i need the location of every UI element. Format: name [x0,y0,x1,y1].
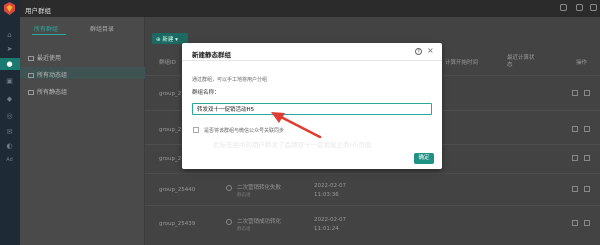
close-window-icon[interactable] [590,4,597,11]
sync-checkbox[interactable] [193,127,199,133]
row-group-type: 静态组 [237,227,251,232]
edit-icon[interactable] [572,126,578,132]
header-group-id: 群组ID [159,60,176,66]
wechat-icon[interactable]: ✉ [5,129,14,136]
header-calc-status: 最近计算状态 [507,55,535,68]
help-icon[interactable]: ? [415,48,422,55]
home-icon[interactable]: ⌂ [5,32,14,39]
close-icon[interactable]: × [427,46,434,55]
maximize-icon[interactable] [576,4,583,11]
nav-item-recent[interactable]: 最近使用 [28,53,61,62]
group-name-input[interactable] [192,103,432,115]
row-group-type: 静态组 [237,193,251,198]
more-icon[interactable] [584,186,590,192]
row-date: 2022-02-07 [314,217,346,223]
clock-icon [28,56,34,61]
row-group-id: group_2 [159,156,182,162]
more-icon[interactable] [584,90,590,96]
row-group-name[interactable]: 二次营销成功转化 [237,217,281,225]
tab-underline [32,34,66,35]
nav-item-static[interactable]: 所有静态组 [28,87,67,96]
row-group-name[interactable]: 二次营销转化失败 [237,183,281,191]
row-group-id: group_2 [159,91,182,97]
edit-icon[interactable] [572,186,578,192]
row-group-id: group_2 [159,127,182,133]
sync-checkbox-label: 是否将该群组与微信公众号关联同步 [204,128,285,134]
folder-icon [28,73,34,78]
minimize-icon[interactable] [560,4,567,11]
row-time: 11:03:36 [314,192,339,198]
chat-icon[interactable]: ◎ [5,113,14,120]
tag-icon[interactable]: ◆ [5,96,14,103]
dialog-description: 通过群组，可以手工地将用户分组 [192,77,268,83]
group-icon[interactable]: ▣ [5,78,14,85]
app-sidebar: ⌂ ➤ ● ▣ ◆ ◎ ✉ ◐ Ad [0,0,20,245]
divider [145,205,600,206]
edit-icon[interactable] [572,155,578,161]
user-icon[interactable]: ● [5,61,14,68]
edit-icon[interactable] [572,220,578,226]
tab-all-groups[interactable]: 所有群组 [34,24,58,33]
group-name-label: 群组名称： [192,90,220,96]
logo-icon [4,2,15,15]
group-type-icon [226,219,232,225]
group-nav: 所有群组 群组目录 最近使用 所有动态组 所有静态组 [20,17,145,245]
send-icon[interactable]: ➤ [5,46,14,53]
annotation-text: 此标签组中的用户转发了品牌双十一促销易企秀H5页面 [213,141,372,149]
group-type-icon [226,185,232,191]
row-group-id: group_25440 [159,187,196,193]
page-title: 用户群组 [25,7,51,15]
speaker-icon[interactable]: ◐ [5,143,14,150]
confirm-button[interactable]: 确定 [414,153,434,164]
top-bar: 用户群组 [20,0,600,17]
more-icon[interactable] [584,220,590,226]
divider [145,173,600,174]
more-icon[interactable] [584,126,590,132]
row-date: 2022-02-07 [314,183,346,189]
edit-icon[interactable] [572,90,578,96]
header-calc-start: 计算开始时间 [445,60,479,66]
dialog-title: 新建静态群组 [192,51,231,59]
more-icon[interactable] [584,155,590,161]
nav-item-dynamic[interactable]: 所有动态组 [28,70,67,79]
header-actions: 操作 [576,60,588,66]
dialog-divider [182,60,442,61]
ad-icon[interactable]: Ad [5,157,14,164]
row-time: 11:01:24 [314,226,339,232]
tab-group-directory[interactable]: 群组目录 [90,24,114,33]
folder-icon [28,90,34,95]
new-static-group-dialog: 新建静态群组 ? × 通过群组，可以手工地将用户分组 群组名称： 是否将该群组与… [182,43,442,169]
row-group-id: group_25439 [159,221,196,227]
